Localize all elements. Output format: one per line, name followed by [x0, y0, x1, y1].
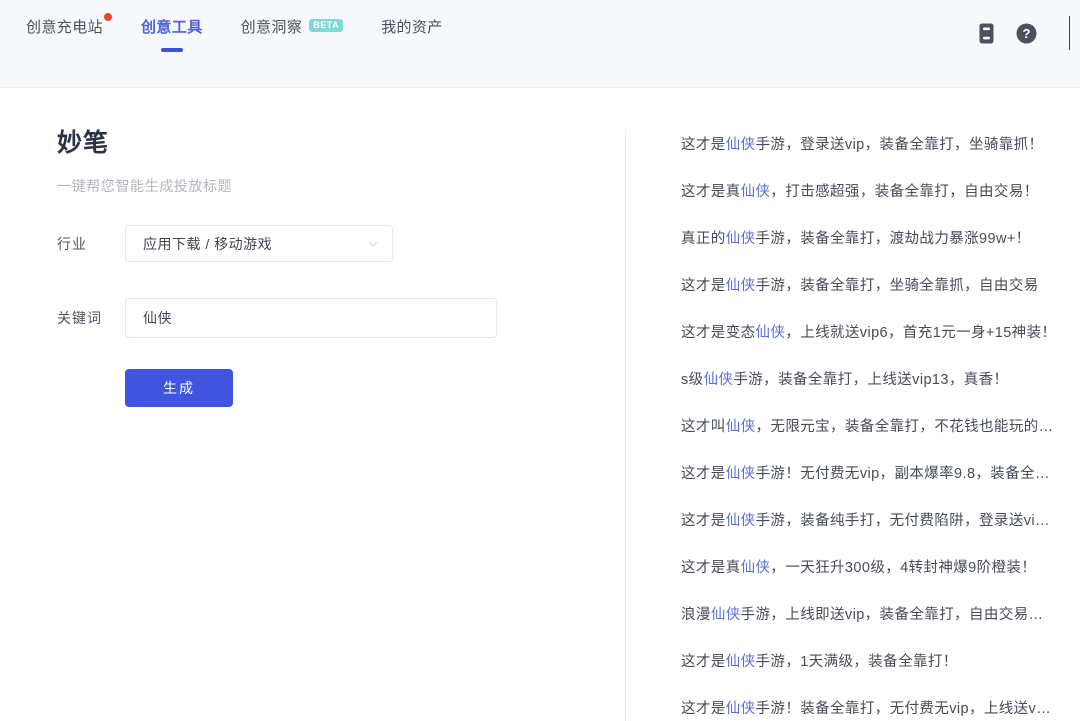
- header-divider: [1069, 16, 1070, 50]
- result-item[interactable]: 浪漫仙侠手游，上线即送vip，装备全靠打，自由交易…: [681, 605, 1061, 625]
- result-item[interactable]: 这才是变态仙侠，上线就送vip6，首充1元一身+15神装！: [681, 323, 1061, 343]
- page-content: 妙笔 一键帮您智能生成投放标题 行业 应用下载 / 移动游戏 关键词 生成 这才…: [0, 88, 1080, 721]
- keyword-highlight: 仙侠: [726, 137, 756, 153]
- result-item[interactable]: 这才是仙侠手游，装备全靠打，坐骑全靠抓，自由交易: [681, 276, 1061, 296]
- result-item[interactable]: 这才是真仙侠，一天狂升300级，4转封神爆9阶橙装！: [681, 558, 1061, 578]
- industry-select[interactable]: 应用下载 / 移动游戏: [125, 225, 393, 262]
- result-item[interactable]: 这才是仙侠手游，登录送vip，装备全靠打，坐骑靠抓！: [681, 135, 1061, 155]
- result-item[interactable]: 这才是仙侠手游！无付费无vip，副本爆率9.8，装备全…: [681, 464, 1061, 484]
- nav-label: 创意洞察: [241, 16, 303, 37]
- generator-form-panel: 妙笔 一键帮您智能生成投放标题 行业 应用下载 / 移动游戏 关键词 生成: [0, 88, 625, 721]
- page-title: 妙笔: [57, 126, 625, 160]
- nav-label: 创意充电站: [26, 16, 103, 37]
- nav-label: 创意工具: [141, 16, 203, 37]
- app-header: 创意充电站 创意工具 创意洞察 BETA 我的资产 ?: [0, 0, 1080, 88]
- main-nav: 创意充电站 创意工具 创意洞察 BETA 我的资产: [0, 0, 1080, 50]
- result-item[interactable]: 这才叫仙侠，无限元宝，装备全靠打，不花钱也能玩的…: [681, 417, 1061, 437]
- mobile-icon[interactable]: [969, 16, 1003, 50]
- result-item[interactable]: 这才是仙侠手游！装备全靠打，无付费无vip，上线送v…: [681, 699, 1061, 719]
- industry-field-row: 行业 应用下载 / 移动游戏: [57, 225, 625, 262]
- keyword-highlight: 仙侠: [704, 372, 734, 388]
- generate-button-row: 生成: [57, 369, 625, 407]
- active-tab-indicator: [161, 48, 183, 52]
- beta-badge: BETA: [309, 19, 343, 32]
- nav-item-my-assets[interactable]: 我的资产: [381, 16, 443, 43]
- chevron-down-icon: [367, 238, 379, 250]
- keyword-highlight: 仙侠: [726, 231, 756, 247]
- keyword-highlight: 仙侠: [726, 278, 756, 294]
- keyword-highlight: 仙侠: [711, 607, 741, 623]
- help-icon[interactable]: ?: [1009, 16, 1043, 50]
- nav-item-charging-station[interactable]: 创意充电站: [26, 16, 103, 43]
- keyword-highlight: 仙侠: [741, 560, 771, 576]
- result-item[interactable]: s级仙侠手游，装备全靠打，上线送vip13，真香！: [681, 370, 1061, 390]
- keyword-input[interactable]: [125, 298, 497, 338]
- notification-dot-icon: [104, 13, 112, 21]
- result-item[interactable]: 这才是真仙侠，打击感超强，装备全靠打，自由交易！: [681, 182, 1061, 202]
- keyword-highlight: 仙侠: [726, 701, 756, 717]
- result-item[interactable]: 真正的仙侠手游，装备全靠打，渡劫战力暴涨99w+！: [681, 229, 1061, 249]
- result-item[interactable]: 这才是仙侠手游，1天满级，装备全靠打！: [681, 652, 1061, 672]
- keyword-highlight: 仙侠: [726, 419, 756, 435]
- results-list: 这才是仙侠手游，登录送vip，装备全靠打，坐骑靠抓！ 这才是真仙侠，打击感超强，装…: [681, 135, 1080, 719]
- keyword-highlight: 仙侠: [726, 654, 756, 670]
- result-item[interactable]: 这才是仙侠手游，装备纯手打，无付费陷阱，登录送vi…: [681, 511, 1061, 531]
- generate-button[interactable]: 生成: [125, 369, 233, 407]
- svg-text:?: ?: [1022, 26, 1030, 41]
- header-actions: ?: [963, 16, 1080, 50]
- keyword-highlight: 仙侠: [726, 513, 756, 529]
- keyword-label: 关键词: [57, 308, 125, 328]
- page-subtitle: 一键帮您智能生成投放标题: [57, 176, 625, 196]
- industry-label: 行业: [57, 234, 125, 254]
- results-panel: 这才是仙侠手游，登录送vip，装备全靠打，坐骑靠抓！ 这才是真仙侠，打击感超强，装…: [625, 129, 1080, 721]
- keyword-highlight: 仙侠: [726, 466, 756, 482]
- industry-selected-value: 应用下载 / 移动游戏: [143, 234, 272, 254]
- keyword-field-row: 关键词: [57, 298, 625, 338]
- nav-item-creative-tools[interactable]: 创意工具: [141, 16, 203, 43]
- keyword-highlight: 仙侠: [741, 184, 771, 200]
- nav-item-creative-insight[interactable]: 创意洞察 BETA: [241, 16, 343, 43]
- nav-label: 我的资产: [381, 16, 443, 37]
- keyword-highlight: 仙侠: [756, 325, 786, 341]
